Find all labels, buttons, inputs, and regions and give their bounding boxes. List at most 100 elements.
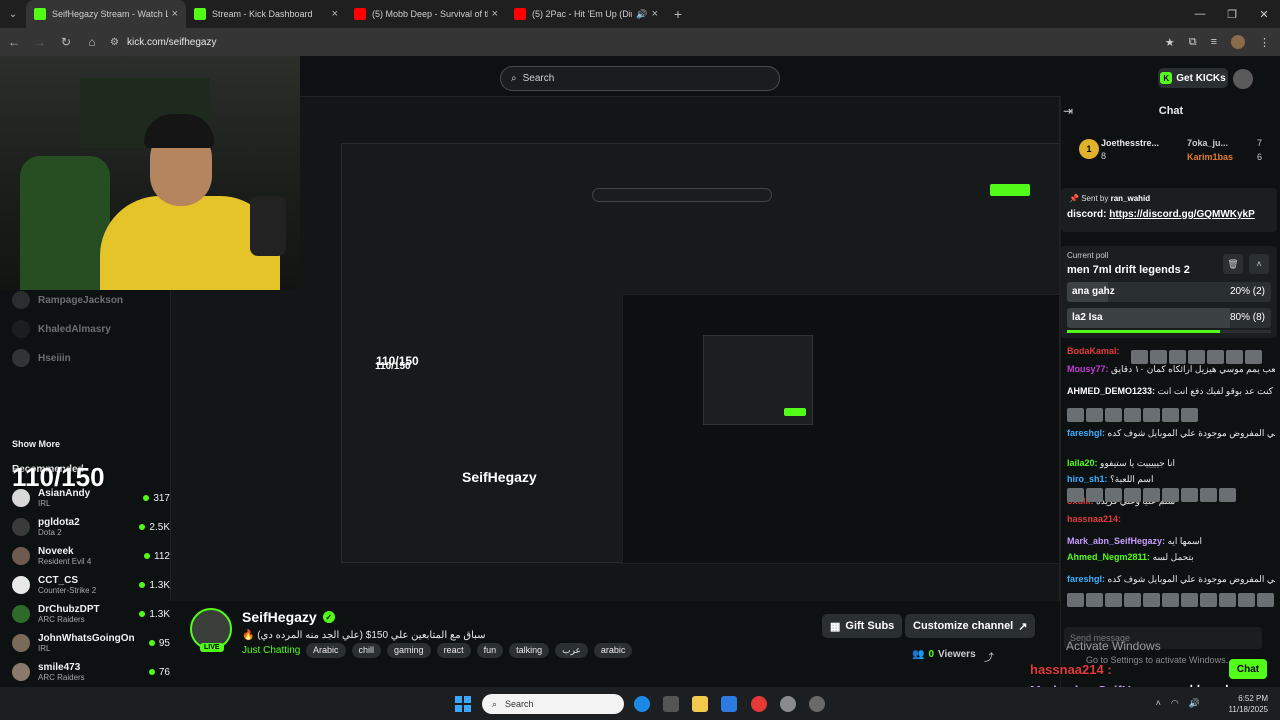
leaderboard-name-3[interactable]: Karim1bas: [1187, 152, 1233, 162]
collapse-poll-icon[interactable]: ˄: [1249, 254, 1269, 274]
customize-label: Customize channel: [913, 620, 1014, 632]
stream-tag[interactable]: chill: [351, 643, 382, 658]
stream-tag[interactable]: react: [436, 643, 471, 658]
chat-username[interactable]: fareshgl:: [1067, 574, 1105, 584]
gift-subs-button[interactable]: ▦ Gift Subs: [822, 614, 903, 638]
tab-close-icon[interactable]: ×: [652, 8, 658, 20]
chat-username[interactable]: hiro_sh1:: [1067, 474, 1108, 484]
browser-tab[interactable]: SeifHegazy Stream - Watch Live ×: [26, 0, 186, 28]
external-link-icon: ↗: [1018, 620, 1028, 633]
media-controls-icon[interactable]: ≡: [1211, 36, 1217, 48]
maximize-icon[interactable]: ❐: [1216, 0, 1248, 28]
show-more-button[interactable]: Show More: [12, 439, 60, 449]
chat-message: Ahmed_Negm2811: بتحمل لسه: [1067, 552, 1275, 563]
pinned-sender-name[interactable]: ran_wahid: [1111, 194, 1151, 203]
browser-tab[interactable]: (5) 2Pac - Hit 'Em Up (Dirty) 🔊 ×: [506, 0, 666, 28]
poll-option[interactable]: la2 Isa 80% (8): [1067, 308, 1271, 328]
address-bar: ← → ↻ ⌂ ⚙ kick.com/seifhegazy ★ ⧉ ≡ ⋮: [0, 28, 1280, 56]
profile-avatar[interactable]: [1231, 35, 1245, 49]
pinned-link[interactable]: https://discord.gg/GQMWKykP: [1109, 209, 1255, 220]
tab-audio-icon[interactable]: 🔊: [636, 9, 647, 20]
volume-icon[interactable]: 🔊: [1189, 698, 1200, 709]
sidebar-item-recommended[interactable]: smile473 ARC Raiders 76: [12, 660, 170, 684]
emote-row: [1131, 350, 1262, 364]
channel-name[interactable]: SeifHegazy ✓: [242, 609, 335, 625]
close-window-icon[interactable]: ✕: [1248, 0, 1280, 28]
extensions-icon[interactable]: ⧉: [1189, 36, 1197, 49]
tab-search-icon[interactable]: ⌄: [0, 0, 26, 28]
obs-icon[interactable]: [780, 696, 796, 712]
reload-icon[interactable]: ↻: [54, 35, 78, 49]
delete-poll-icon[interactable]: 🗑: [1223, 254, 1243, 274]
home-icon[interactable]: ⌂: [80, 35, 104, 49]
user-avatar[interactable]: [1233, 69, 1253, 89]
get-kicks-button[interactable]: K Get KICKs: [1158, 68, 1228, 88]
windows-start-icon[interactable]: [455, 696, 471, 712]
stream-category[interactable]: Just Chatting: [242, 645, 300, 656]
chat-send-button[interactable]: Chat: [1229, 659, 1267, 679]
new-tab-button[interactable]: +: [666, 6, 690, 22]
tray-chevron-icon[interactable]: ˄: [1156, 698, 1161, 709]
wifi-icon[interactable]: ◠: [1171, 698, 1179, 709]
stream-tag[interactable]: Arabic: [306, 643, 346, 658]
browser-tab[interactable]: Stream - Kick Dashboard ×: [186, 0, 346, 28]
search-input[interactable]: ⌕ Search: [500, 66, 780, 91]
stream-tag[interactable]: fun: [476, 643, 504, 658]
leaderboard-name-2[interactable]: 7oka_ju...: [1187, 138, 1228, 148]
back-icon[interactable]: ←: [2, 35, 26, 49]
browser-menu-icon[interactable]: ⋮: [1259, 36, 1270, 49]
tab-close-icon[interactable]: ×: [492, 8, 498, 20]
verified-icon: ✓: [322, 611, 335, 623]
chat-username[interactable]: Ahmed_Negm2811:: [1067, 552, 1150, 562]
settings-icon[interactable]: [809, 696, 825, 712]
edge-icon[interactable]: [634, 696, 650, 712]
outlook-icon[interactable]: [721, 696, 737, 712]
sidebar-item-viewers: 317: [143, 493, 170, 504]
tab-close-icon[interactable]: ×: [332, 8, 338, 20]
site-info-icon[interactable]: ⚙: [110, 37, 119, 48]
sidebar-item-recommended[interactable]: CCT_CS Counter-Strike 2 1.3K: [12, 573, 170, 597]
tab-close-icon[interactable]: ×: [172, 8, 178, 20]
chat-username[interactable]: Mark_abn_SeifHegazy:: [1067, 536, 1165, 546]
sidebar-item-followed[interactable]: RampageJackson: [12, 290, 162, 310]
sidebar-avatar: [12, 291, 30, 309]
sidebar-item-followed[interactable]: KhaledAlmasry: [12, 319, 162, 339]
chat-username[interactable]: Mousy77:: [1067, 364, 1109, 374]
leaderboard-name-1[interactable]: Joethesstre...: [1101, 138, 1159, 148]
sidebar-item-followed[interactable]: Hseiiin: [12, 348, 162, 368]
webcam-chair: [20, 156, 110, 290]
url-field[interactable]: ⚙ kick.com/seifhegazy: [110, 37, 216, 48]
store-icon[interactable]: [663, 696, 679, 712]
chrome-icon[interactable]: [751, 696, 767, 712]
taskbar-search[interactable]: ⌕ Search: [482, 694, 624, 714]
share-icon[interactable]: ⤴: [984, 649, 994, 664]
sidebar-item-recommended[interactable]: JohnWhatsGoingOn IRL 95: [12, 631, 170, 655]
sidebar-item-recommended[interactable]: DrChubzDPT ARC Raiders 1.3K: [12, 602, 170, 626]
chat-message-text: هي المفروض موجودة علي الموبايل شوف كده: [1107, 574, 1275, 584]
chat-emote-icon: [1105, 593, 1122, 607]
stream-tag[interactable]: arabic: [593, 643, 633, 658]
file-explorer-icon[interactable]: [692, 696, 708, 712]
sidebar-item-recommended[interactable]: Noveek Resident Evil 4 112: [12, 544, 170, 568]
chat-username[interactable]: hassnaa214:: [1067, 514, 1121, 524]
overlay-chat-line: hassnaa214 :: [1030, 662, 1112, 677]
poll-option[interactable]: ana gahz 20% (2): [1067, 282, 1271, 302]
bookmark-star-icon[interactable]: ★: [1165, 36, 1175, 49]
forward-icon[interactable]: →: [28, 35, 52, 49]
chat-username[interactable]: laila20:: [1067, 458, 1098, 468]
sidebar-item-recommended[interactable]: pgldota2 Dota 2 2.5K: [12, 515, 170, 539]
chat-message: AHMED_DEMO1233: كنت عد بوقو لفيك دفع انت…: [1067, 386, 1275, 397]
minimize-icon[interactable]: —: [1184, 0, 1216, 28]
taskbar-clock[interactable]: 6:52 PM 11/18/2025: [1229, 693, 1268, 715]
chat-username[interactable]: fareshgl:: [1067, 428, 1105, 438]
stream-tag[interactable]: gaming: [387, 643, 431, 658]
chat-username[interactable]: AHMED_DEMO1233:: [1067, 386, 1155, 396]
chat-username[interactable]: BodaKamal:: [1067, 346, 1120, 356]
stream-tag[interactable]: عرب: [555, 643, 588, 658]
stream-tag[interactable]: talking: [509, 643, 550, 658]
kick-page: 110/150 SeifHegazy 110/150 ⌕ Search K Ge…: [0, 56, 1280, 687]
chat-emote-icon: [1207, 350, 1224, 364]
browser-tab[interactable]: (5) Mobb Deep - Survival of the ×: [346, 0, 506, 28]
customize-channel-button[interactable]: Customize channel ↗: [905, 614, 1036, 638]
stream-video-player[interactable]: 110/150 SeifHegazy 110/150: [170, 96, 1060, 651]
